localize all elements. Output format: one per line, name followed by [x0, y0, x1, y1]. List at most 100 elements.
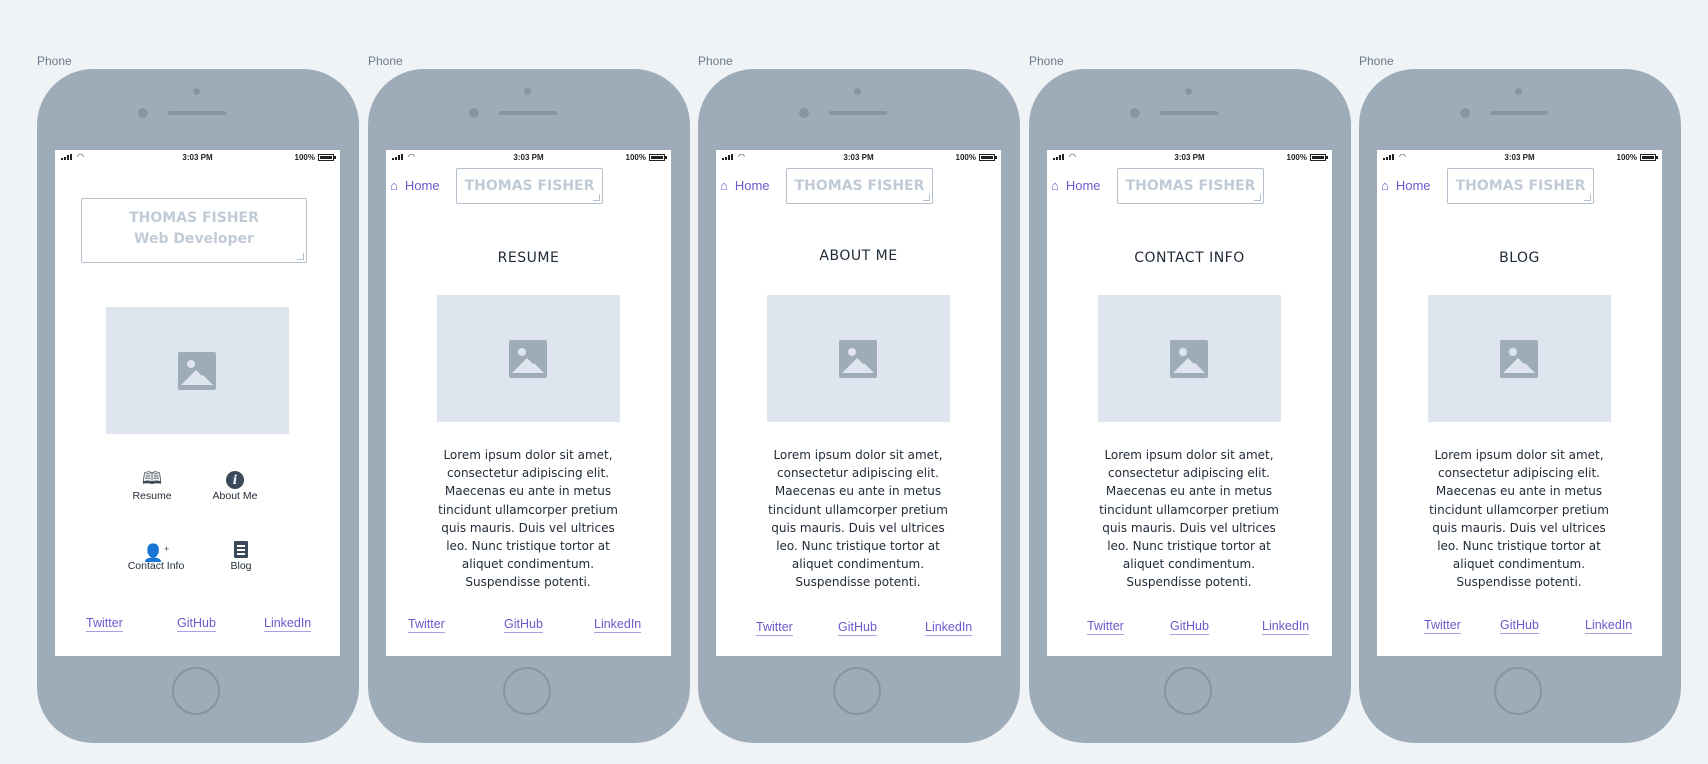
- resize-grip-icon[interactable]: [1584, 194, 1591, 201]
- home-button[interactable]: [1164, 667, 1212, 715]
- resize-grip-icon[interactable]: [593, 194, 600, 201]
- phone-blog: Phone ◠ 3:03 PM 100% ⌂ Home THOMAS FISHER…: [1359, 54, 1681, 744]
- footer-links: Twitter GitHub LinkedIn: [1047, 619, 1332, 639]
- phone-resume: Phone ◠ 3:03 PM 100% ⌂ Home THOMAS FISHER…: [368, 54, 690, 744]
- home-link[interactable]: ⌂ Home: [720, 178, 770, 193]
- linkedin-link[interactable]: LinkedIn: [264, 616, 312, 632]
- footer-links: Twitter GitHub LinkedIn: [716, 620, 1001, 640]
- home-link-label: Home: [1395, 178, 1431, 193]
- sensor: [1460, 108, 1470, 118]
- footer-links: Twitter GitHub LinkedIn: [1377, 618, 1662, 638]
- header-name-text: THOMAS FISHER: [464, 178, 595, 194]
- home-button[interactable]: [833, 667, 881, 715]
- name-text: THOMAS FISHER: [129, 210, 259, 226]
- camera: [1515, 88, 1522, 95]
- image-icon: [1500, 340, 1538, 378]
- screen: ◠ 3:03 PM 100% ⌂ Home THOMAS FISHER CONTA…: [1047, 150, 1332, 656]
- camera: [1185, 88, 1192, 95]
- twitter-link[interactable]: Twitter: [86, 616, 123, 632]
- battery-percent: 100%: [955, 153, 976, 162]
- phone-label: Phone: [37, 54, 72, 68]
- page-title: CONTACT INFO: [1134, 250, 1245, 266]
- phone-contact-info: Phone ◠ 3:03 PM 100% ⌂ Home THOMAS FISHER…: [1029, 54, 1351, 744]
- camera: [854, 88, 861, 95]
- header-name-box[interactable]: THOMAS FISHER: [456, 168, 603, 204]
- battery-percent: 100%: [1616, 153, 1637, 162]
- nav-blog[interactable]: Blog: [201, 538, 281, 572]
- speaker: [1160, 111, 1218, 115]
- home-icon: ⌂: [1381, 178, 1389, 193]
- linkedin-link[interactable]: LinkedIn: [925, 620, 973, 636]
- status-bar: ◠ 3:03 PM 100%: [1047, 150, 1332, 164]
- twitter-link[interactable]: Twitter: [1087, 619, 1124, 635]
- home-button[interactable]: [172, 667, 220, 715]
- home-icon: ⌂: [390, 178, 398, 193]
- twitter-link[interactable]: Twitter: [756, 620, 793, 636]
- body-text: Lorem ipsum dolor sit amet, consectetur …: [768, 448, 948, 590]
- github-link[interactable]: GitHub: [177, 616, 216, 632]
- battery-percent: 100%: [294, 153, 315, 162]
- nav-about-me-label: About Me: [212, 490, 258, 502]
- home-link[interactable]: ⌂ Home: [1051, 178, 1101, 193]
- home-button[interactable]: [503, 667, 551, 715]
- phone-label: Phone: [368, 54, 403, 68]
- home-link[interactable]: ⌂ Home: [1381, 178, 1431, 193]
- add-user-icon: 👤+: [142, 543, 170, 563]
- nav-contact-info[interactable]: 👤+ Contact Info: [116, 538, 196, 572]
- speaker: [168, 111, 226, 115]
- camera: [524, 88, 531, 95]
- image-icon: [178, 352, 216, 390]
- status-bar: ◠ 3:03 PM 100%: [55, 150, 340, 164]
- home-link-label: Home: [1065, 178, 1101, 193]
- battery-icon: [649, 154, 667, 161]
- github-link[interactable]: GitHub: [504, 617, 543, 633]
- body-text: Lorem ipsum dolor sit amet, consectetur …: [1429, 448, 1609, 590]
- linkedin-link[interactable]: LinkedIn: [1585, 618, 1633, 634]
- phone-home: Phone ◠ 3:03 PM 100% THOMAS FISHER Web D…: [37, 54, 359, 744]
- phone-frame: ◠ 3:03 PM 100% THOMAS FISHER Web Develop…: [37, 69, 359, 743]
- role-text: Web Developer: [134, 231, 254, 247]
- phone-frame: ◠ 3:03 PM 100% ⌂ Home THOMAS FISHER BLOG …: [1359, 69, 1681, 743]
- speaker: [499, 111, 557, 115]
- battery-icon: [979, 154, 997, 161]
- header-name-text: THOMAS FISHER: [794, 178, 925, 194]
- header-name-box[interactable]: THOMAS FISHER: [1117, 168, 1264, 204]
- header-name-box[interactable]: THOMAS FISHER: [786, 168, 933, 204]
- linkedin-link[interactable]: LinkedIn: [1262, 619, 1310, 635]
- screen: ◠ 3:03 PM 100% ⌂ Home THOMAS FISHER RESUM…: [386, 150, 671, 656]
- name-textarea[interactable]: THOMAS FISHER Web Developer: [81, 198, 307, 263]
- battery-icon: [318, 154, 336, 161]
- info-icon: i: [226, 471, 244, 489]
- home-button[interactable]: [1494, 667, 1542, 715]
- sensor: [138, 108, 148, 118]
- twitter-link[interactable]: Twitter: [408, 617, 445, 633]
- book-icon: 🕮: [141, 469, 163, 488]
- image-placeholder: [1098, 295, 1281, 422]
- nav-about-me[interactable]: i About Me: [195, 468, 275, 502]
- nav-resume[interactable]: 🕮 Resume: [112, 468, 192, 502]
- footer-links: Twitter GitHub LinkedIn: [55, 616, 340, 636]
- image-icon: [1170, 340, 1208, 378]
- linkedin-link[interactable]: LinkedIn: [594, 617, 642, 633]
- home-icon: ⌂: [1051, 178, 1059, 193]
- twitter-link[interactable]: Twitter: [1424, 618, 1461, 634]
- home-link-label: Home: [404, 178, 440, 193]
- image-placeholder: [437, 295, 620, 422]
- status-bar: ◠ 3:03 PM 100%: [716, 150, 1001, 164]
- home-icon: ⌂: [720, 178, 728, 193]
- sensor: [469, 108, 479, 118]
- phone-label: Phone: [698, 54, 733, 68]
- page-title: RESUME: [497, 250, 560, 266]
- github-link[interactable]: GitHub: [1170, 619, 1209, 635]
- header-name-box[interactable]: THOMAS FISHER: [1447, 168, 1594, 204]
- github-link[interactable]: GitHub: [1500, 618, 1539, 634]
- nav-blog-label: Blog: [230, 560, 252, 572]
- resize-grip-icon[interactable]: [297, 253, 304, 260]
- resize-grip-icon[interactable]: [1254, 194, 1261, 201]
- nav-resume-label: Resume: [132, 490, 172, 502]
- resize-grip-icon[interactable]: [923, 194, 930, 201]
- speaker: [829, 111, 887, 115]
- page-title: ABOUT ME: [819, 248, 898, 264]
- home-link[interactable]: ⌂ Home: [390, 178, 440, 193]
- github-link[interactable]: GitHub: [838, 620, 877, 636]
